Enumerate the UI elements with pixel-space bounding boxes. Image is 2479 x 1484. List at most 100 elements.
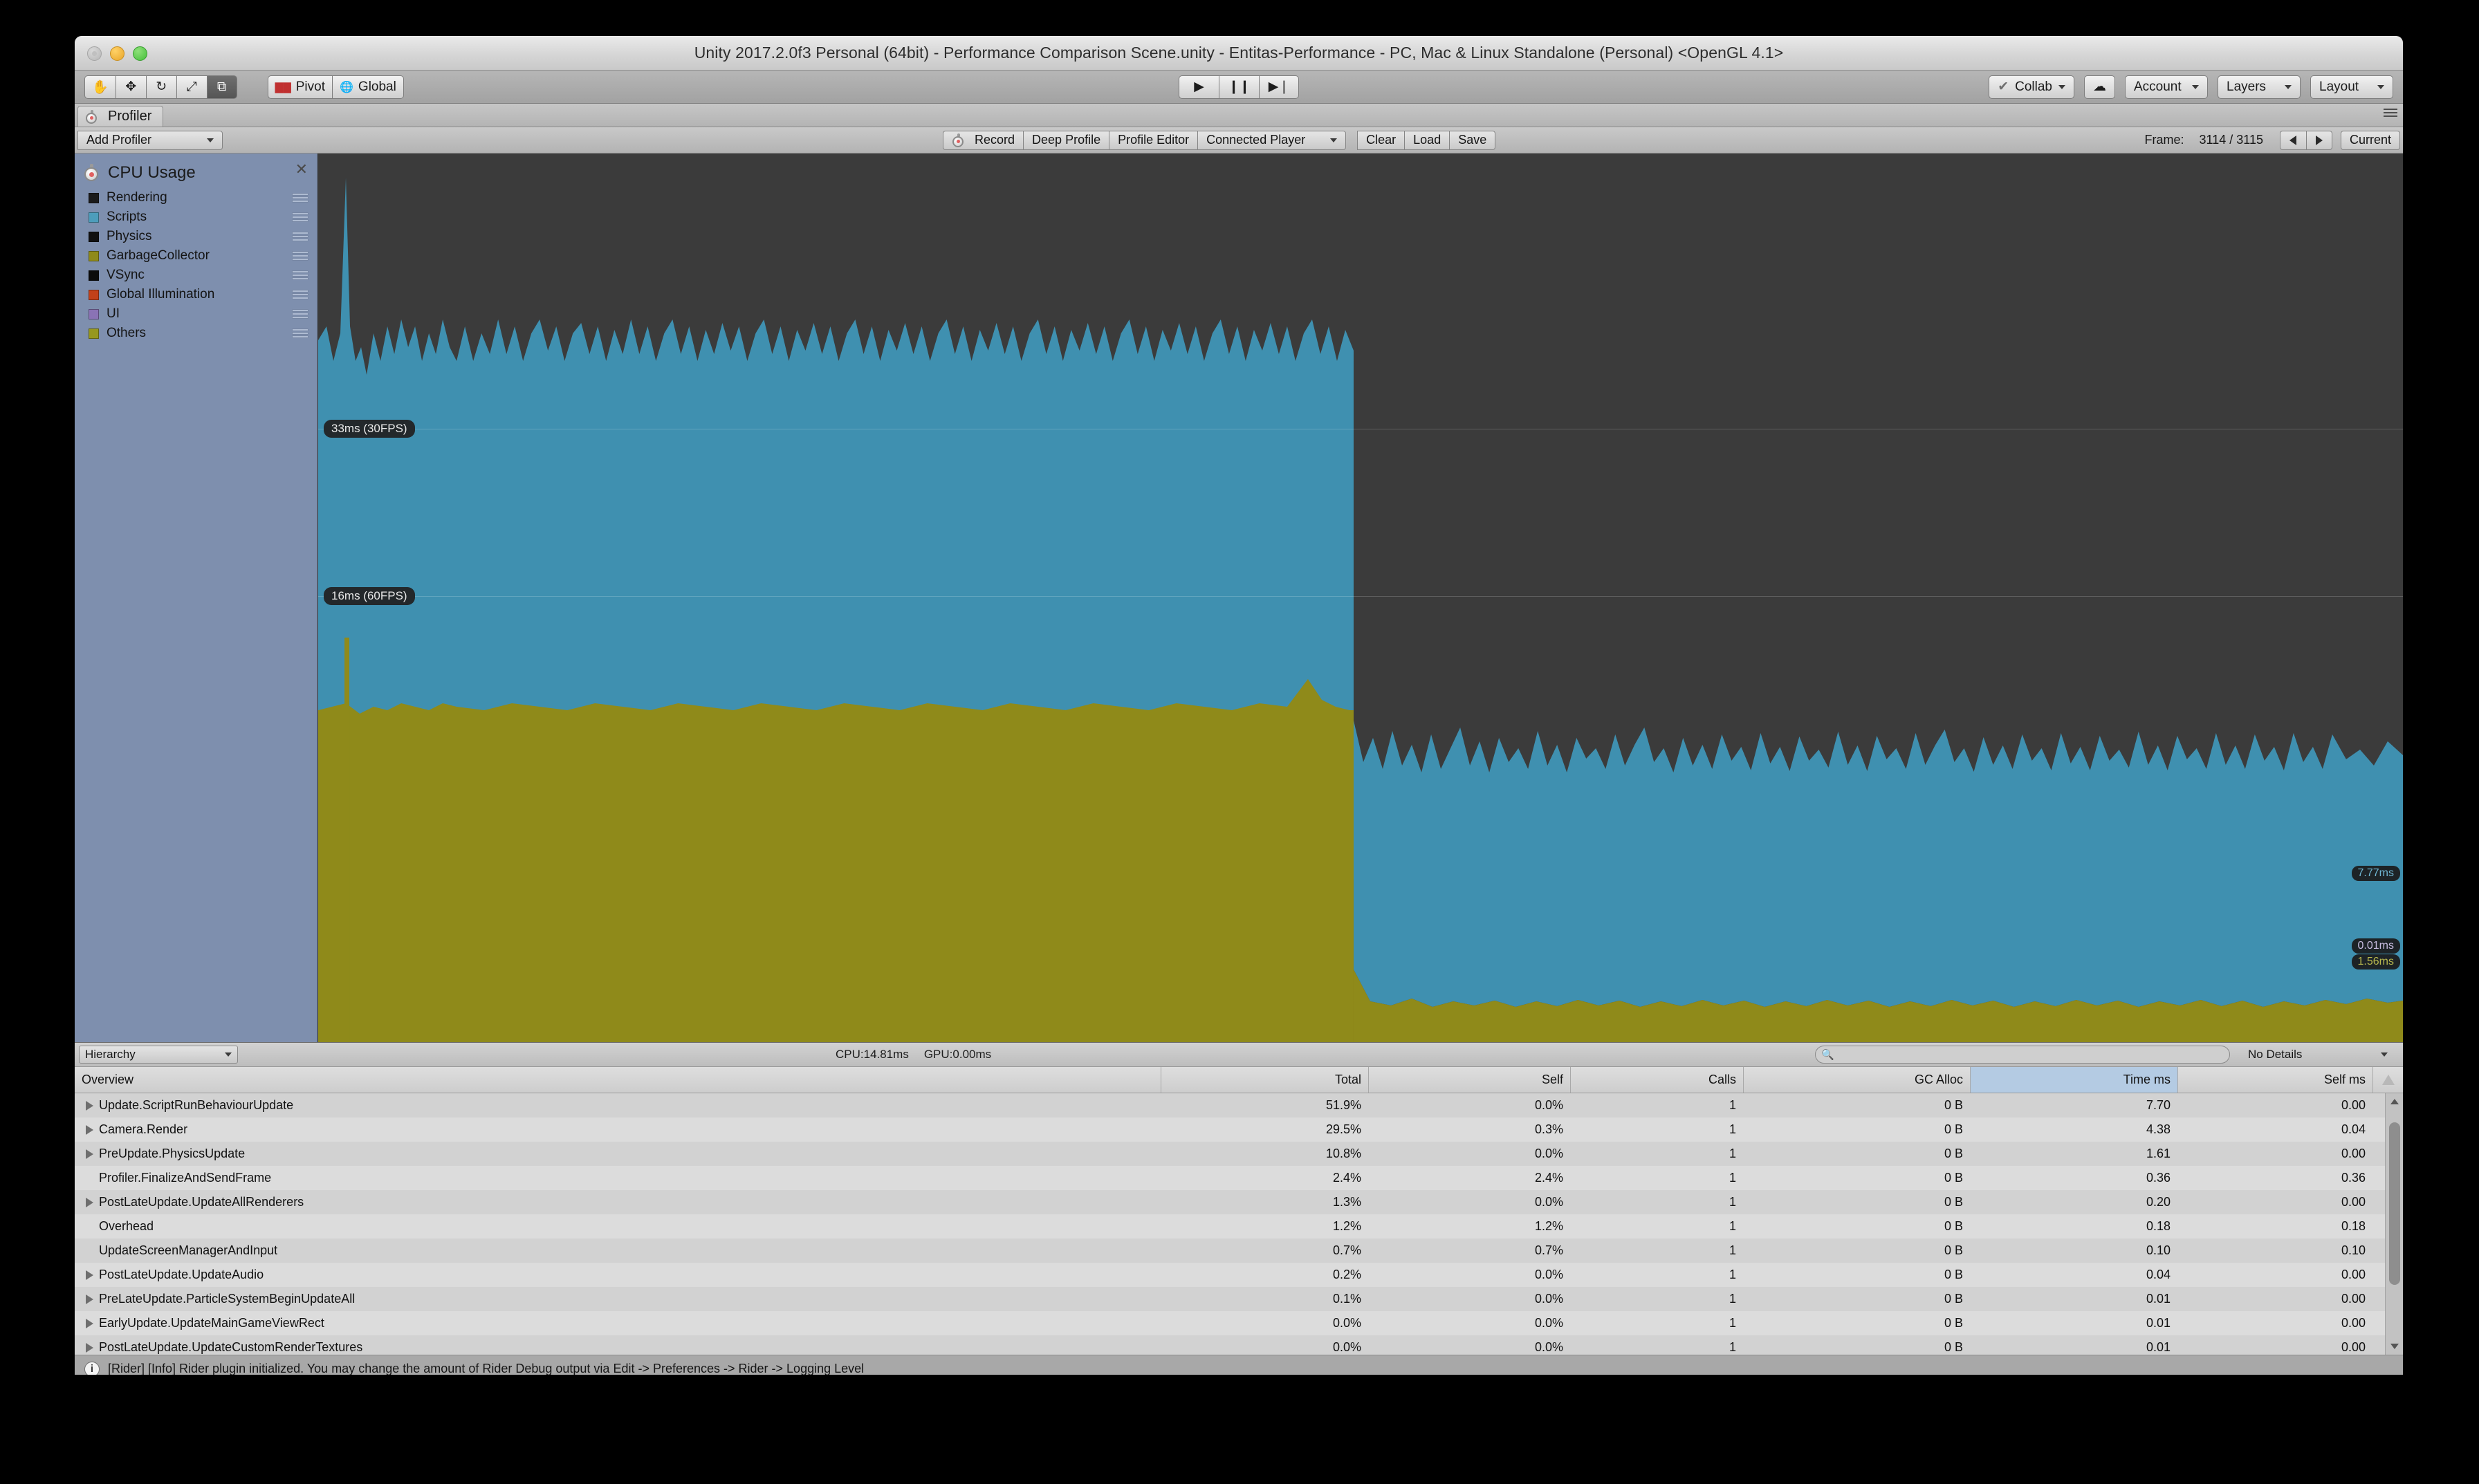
profiler-table-body[interactable]: Update.ScriptRunBehaviourUpdate 51.9% 0.… — [75, 1093, 2403, 1355]
layout-dropdown[interactable]: Layout — [2310, 75, 2393, 99]
close-button[interactable] — [87, 46, 102, 61]
column-header-time-ms[interactable]: Time ms — [1970, 1067, 2177, 1093]
move-tool-icon[interactable]: ✥ — [115, 75, 146, 99]
row-gc: 0 B — [1944, 1098, 1963, 1112]
search-field-wrapper[interactable]: 🔍 — [1815, 1046, 2230, 1064]
add-profiler-dropdown[interactable]: Add Profiler — [77, 130, 223, 150]
table-row[interactable]: PostLateUpdate.UpdateAudio 0.2% 0.0% 1 0… — [75, 1263, 2403, 1287]
drag-handle-icon[interactable] — [293, 213, 308, 221]
column-header-self[interactable]: Self — [1368, 1067, 1570, 1093]
deep-profile-toggle[interactable]: Deep Profile — [1023, 130, 1109, 150]
legend-item-scripts[interactable]: Scripts — [75, 207, 317, 227]
search-input[interactable] — [1815, 1046, 2230, 1064]
column-header-gc-alloc[interactable]: GC Alloc — [1743, 1067, 1970, 1093]
current-frame-button[interactable]: Current — [2340, 130, 2400, 150]
pivot-toggle[interactable]: ▇▇ Pivot — [267, 75, 332, 99]
playback-controls[interactable]: ▶ ❙❙ ▶❘ — [1179, 75, 1299, 99]
legend-item-others[interactable]: Others — [75, 324, 317, 343]
legend-list: Rendering Scripts Physics GarbageCollect… — [75, 188, 317, 343]
drag-handle-icon[interactable] — [293, 271, 308, 279]
window-menu-icon[interactable] — [2384, 109, 2397, 117]
table-row[interactable]: Camera.Render 29.5% 0.3% 1 0 B 4.38 0.04 — [75, 1117, 2403, 1142]
table-row[interactable]: Profiler.FinalizeAndSendFrame 2.4% 2.4% … — [75, 1166, 2403, 1190]
table-row[interactable]: PreLateUpdate.ParticleSystemBeginUpdateA… — [75, 1287, 2403, 1311]
column-header-total[interactable]: Total — [1161, 1067, 1368, 1093]
tab-profiler[interactable]: Profiler — [77, 106, 164, 127]
load-button[interactable]: Load — [1404, 130, 1450, 150]
expand-arrow-icon[interactable] — [86, 1294, 93, 1304]
account-dropdown[interactable]: Account — [2125, 75, 2208, 99]
pivot-global-group[interactable]: ▇▇ Pivot 🌐 Global — [267, 75, 404, 99]
drag-handle-icon[interactable] — [293, 232, 308, 241]
hierarchy-mode-dropdown[interactable]: Hierarchy — [79, 1046, 238, 1064]
drag-handle-icon[interactable] — [293, 310, 308, 318]
expand-arrow-icon[interactable] — [86, 1124, 93, 1135]
drag-handle-icon[interactable] — [293, 290, 308, 299]
play-button[interactable]: ▶ — [1179, 75, 1219, 99]
maximize-button[interactable] — [133, 46, 147, 61]
pause-button[interactable]: ❙❙ — [1219, 75, 1259, 99]
expand-arrow-icon[interactable] — [86, 1100, 93, 1111]
legend-swatch — [89, 231, 99, 242]
drag-handle-icon[interactable] — [293, 252, 308, 260]
transform-tools-group[interactable]: ✋ ✥ ↻ ⤢ ⧉ — [84, 75, 237, 99]
window-controls[interactable] — [87, 46, 147, 61]
minimize-button[interactable] — [110, 46, 125, 61]
table-row[interactable]: UpdateScreenManagerAndInput 0.7% 0.7% 1 … — [75, 1239, 2403, 1263]
expand-arrow-icon[interactable] — [86, 1149, 93, 1159]
expand-arrow-icon[interactable] — [86, 1197, 93, 1207]
next-frame-button[interactable] — [2305, 130, 2332, 150]
status-bar[interactable]: i [Rider] [Info] Rider plugin initialize… — [75, 1355, 2403, 1375]
table-vertical-scrollbar[interactable] — [2385, 1093, 2403, 1355]
scrollbar-thumb[interactable] — [2389, 1122, 2400, 1285]
table-row[interactable]: Update.ScriptRunBehaviourUpdate 51.9% 0.… — [75, 1093, 2403, 1117]
legend-item-vsync[interactable]: VSync — [75, 266, 317, 285]
rotate-tool-icon[interactable]: ↻ — [145, 75, 176, 99]
column-header-overview[interactable]: Overview — [75, 1067, 1161, 1093]
cloud-button[interactable]: ☁ — [2084, 75, 2115, 99]
hierarchy-mode-label: Hierarchy — [85, 1048, 136, 1061]
hand-tool-icon[interactable]: ✋ — [84, 75, 116, 99]
drag-handle-icon[interactable] — [293, 329, 308, 337]
layers-dropdown[interactable]: Layers — [2218, 75, 2301, 99]
drag-handle-icon[interactable] — [293, 194, 308, 202]
legend-item-ui[interactable]: UI — [75, 304, 317, 324]
column-header-self-ms[interactable]: Self ms — [2177, 1067, 2372, 1093]
legend-item-global-illumination[interactable]: Global Illumination — [75, 285, 317, 304]
cpu-usage-graph-area: CPU Usage ✕ Rendering Scripts Physics Ga… — [75, 154, 2403, 1042]
scroll-up-arrow[interactable] — [2386, 1093, 2403, 1110]
triangle-up-icon — [2381, 1075, 2395, 1085]
legend-item-garbagecollector[interactable]: GarbageCollector — [75, 246, 317, 266]
rect-tool-icon[interactable]: ⧉ — [206, 75, 237, 99]
pivot-label: Pivot — [295, 79, 325, 94]
details-dropdown[interactable]: No Details — [2242, 1046, 2393, 1064]
sort-indicator[interactable] — [2372, 1067, 2403, 1093]
scroll-down-arrow[interactable] — [2386, 1338, 2403, 1355]
global-toggle[interactable]: 🌐 Global — [332, 75, 404, 99]
clear-button[interactable]: Clear — [1357, 130, 1405, 150]
table-row[interactable]: EarlyUpdate.UpdateMainGameViewRect 0.0% … — [75, 1311, 2403, 1335]
connected-player-dropdown[interactable]: Connected Player — [1197, 130, 1347, 150]
column-header-calls[interactable]: Calls — [1570, 1067, 1743, 1093]
save-button[interactable]: Save — [1449, 130, 1496, 150]
expand-arrow-icon[interactable] — [86, 1318, 93, 1328]
row-name: Camera.Render — [99, 1122, 188, 1136]
step-button[interactable]: ▶❘ — [1259, 75, 1299, 99]
expand-arrow-icon[interactable] — [86, 1270, 93, 1280]
collab-button[interactable]: ✔ Collab — [1989, 75, 2074, 99]
table-row[interactable]: PostLateUpdate.UpdateAllRenderers 1.3% 0… — [75, 1190, 2403, 1214]
previous-frame-button[interactable] — [2279, 130, 2306, 150]
record-toggle[interactable]: Record — [943, 130, 1024, 150]
expand-arrow-icon[interactable] — [86, 1342, 93, 1353]
cpu-usage-plot[interactable]: 33ms (30FPS) 16ms (60FPS) 7.77ms 0.01ms … — [318, 154, 2403, 1042]
table-row[interactable]: PreUpdate.PhysicsUpdate 10.8% 0.0% 1 0 B… — [75, 1142, 2403, 1166]
scale-tool-icon[interactable]: ⤢ — [176, 75, 207, 99]
close-icon[interactable]: ✕ — [295, 162, 308, 177]
table-row[interactable]: PostLateUpdate.UpdateCustomRenderTexture… — [75, 1335, 2403, 1355]
profile-editor-toggle[interactable]: Profile Editor — [1109, 130, 1198, 150]
layout-label: Layout — [2319, 79, 2359, 94]
table-row[interactable]: Overhead 1.2% 1.2% 1 0 B 0.18 0.18 — [75, 1214, 2403, 1239]
legend-label: UI — [107, 306, 120, 321]
legend-item-rendering[interactable]: Rendering — [75, 188, 317, 207]
legend-item-physics[interactable]: Physics — [75, 227, 317, 246]
